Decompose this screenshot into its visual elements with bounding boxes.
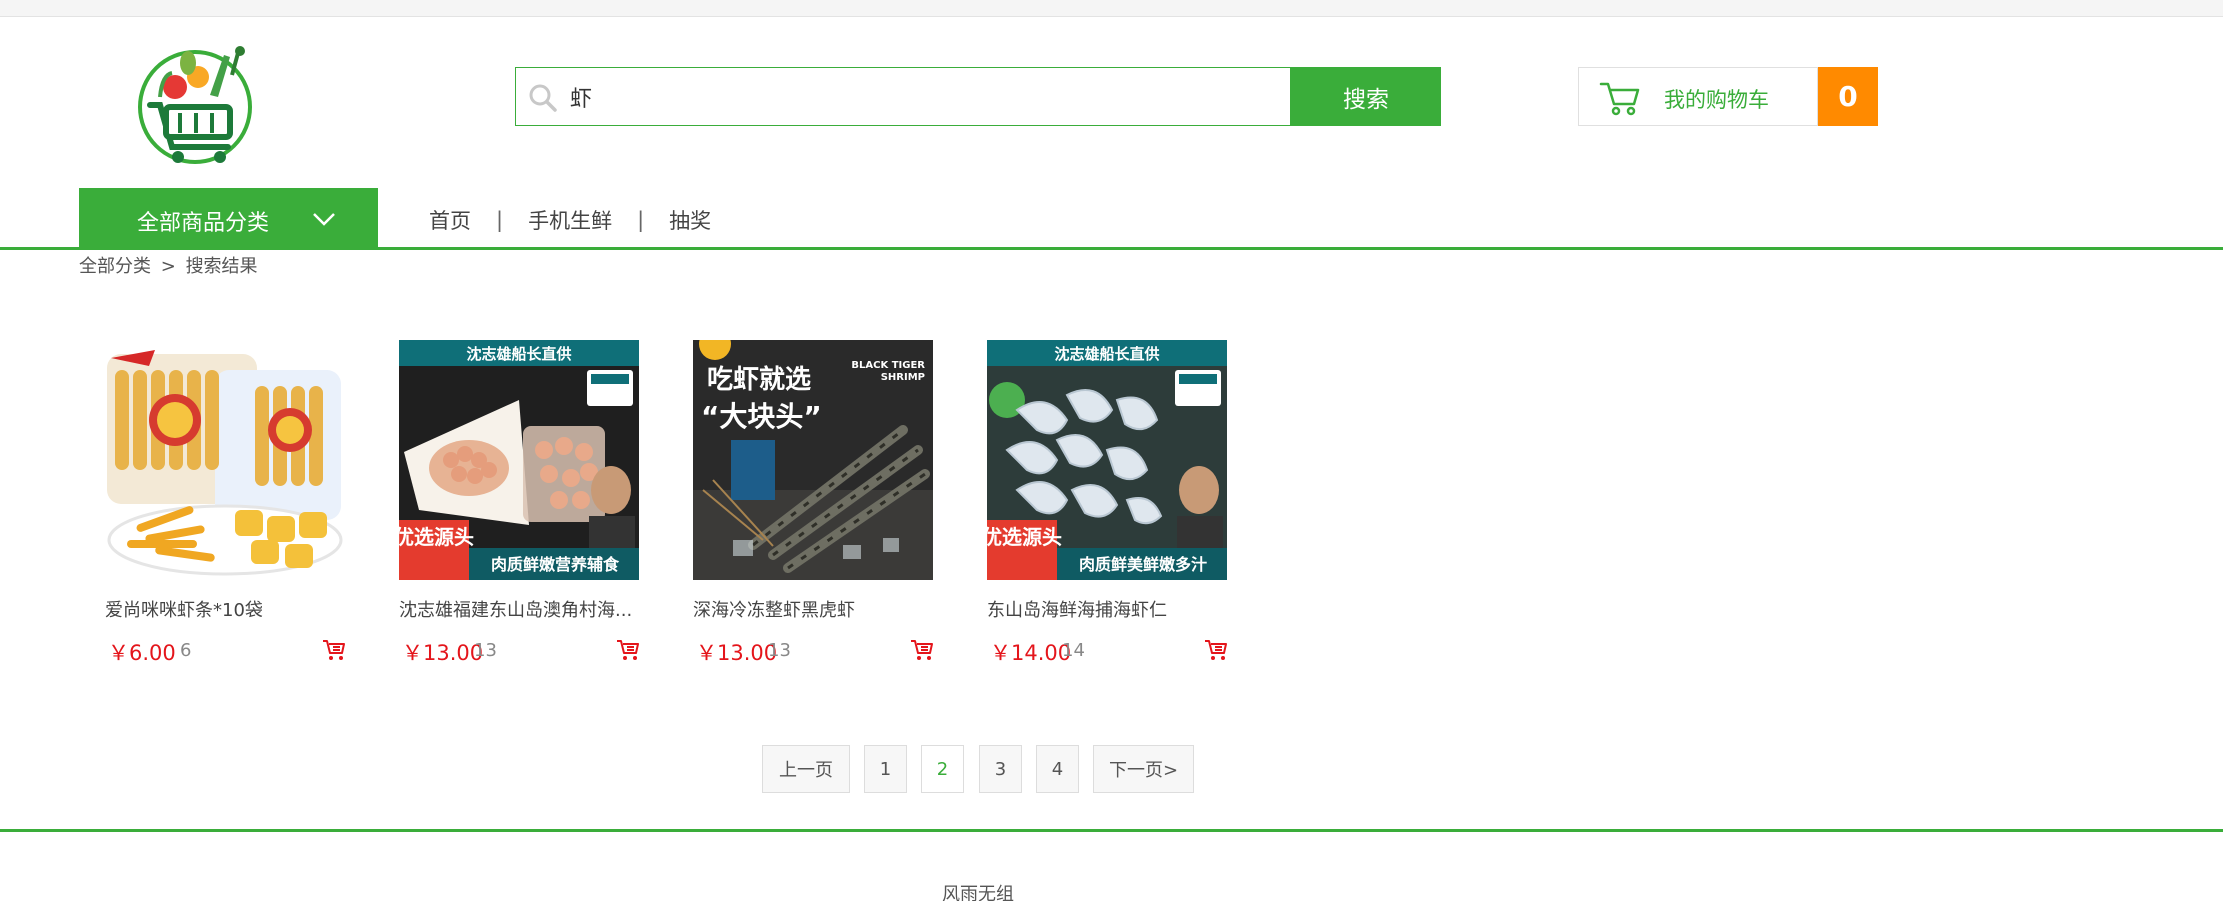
product-banner: 沈志雄船长直供 — [1054, 345, 1159, 363]
product-image[interactable]: 沈志雄船长直供 优选源头 肉质鲜嫩营养辅食 — [399, 340, 639, 580]
product-sales-count: 14 — [1062, 640, 1085, 661]
nav-separator: | — [637, 208, 645, 232]
pagination-next-button[interactable]: 下一页> — [1093, 745, 1194, 793]
pagination-page-1[interactable]: 1 — [864, 745, 907, 793]
product-card[interactable]: 爱尚咪咪虾条*10袋 ￥6.00 6 — [105, 340, 345, 670]
product-name[interactable]: 沈志雄福建东山岛澳角村海... — [399, 596, 639, 622]
product-sales-count: 13 — [474, 640, 497, 661]
all-categories-button[interactable]: 全部商品分类 — [79, 188, 378, 248]
product-price: ￥6.00 — [108, 641, 176, 665]
all-categories-label: 全部商品分类 — [137, 211, 270, 236]
product-tag: 优选源头 — [987, 525, 1062, 549]
pagination-page-4[interactable]: 4 — [1036, 745, 1079, 793]
product-name[interactable]: 东山岛海鲜海捕海虾仁 — [987, 596, 1227, 622]
product-price: ￥13.00 — [696, 641, 778, 665]
shopping-cart-icon — [1599, 80, 1641, 116]
product-card[interactable]: 沈志雄船长直供 优选源头 肉质鲜嫩营养辅食 沈志雄福建东山岛澳角村海... ￥1 — [399, 340, 639, 670]
product-price: ￥13.00 — [402, 641, 484, 665]
product-headline: “大块头” — [701, 400, 822, 433]
nav-item-home[interactable]: 首页 — [429, 205, 471, 235]
cart-label: 我的购物车 — [1664, 88, 1769, 112]
product-card[interactable]: 吃虾就选 “大块头” BLACK TIGER SHRIMP 深海冷冻整虾黑虎虾 … — [693, 340, 933, 670]
add-to-cart-icon[interactable] — [616, 638, 640, 662]
product-tag: 优选源头 — [399, 525, 474, 549]
add-to-cart-icon[interactable] — [322, 638, 346, 662]
pagination-page-2[interactable]: 2 — [921, 745, 964, 793]
product-slogan: 肉质鲜美鲜嫩多汁 — [1079, 555, 1207, 574]
product-price: ￥14.00 — [990, 641, 1072, 665]
search-icon — [528, 83, 558, 113]
product-image[interactable]: 吃虾就选 “大块头” BLACK TIGER SHRIMP — [693, 340, 933, 580]
search-button[interactable]: 搜索 — [1291, 67, 1441, 126]
nav-separator: | — [496, 208, 504, 232]
footer-divider — [0, 829, 2223, 832]
nav-item-lottery[interactable]: 抽奖 — [669, 205, 711, 235]
product-headline: 吃虾就选 — [707, 365, 811, 395]
product-image[interactable] — [105, 340, 345, 580]
product-sales-count: 6 — [180, 640, 192, 661]
site-logo[interactable] — [120, 35, 270, 185]
product-name[interactable]: 爱尚咪咪虾条*10袋 — [105, 596, 345, 622]
product-banner: 沈志雄船长直供 — [466, 345, 571, 363]
breadcrumb-root[interactable]: 全部分类 — [79, 256, 151, 277]
search-input[interactable] — [570, 78, 1270, 116]
nav-item-mobile-fresh[interactable]: 手机生鲜 — [528, 205, 612, 235]
footer-text: 风雨无组 — [942, 884, 1014, 901]
product-sales-count: 13 — [768, 640, 791, 661]
chevron-down-icon — [311, 206, 337, 232]
nav-divider — [0, 247, 2223, 250]
add-to-cart-icon[interactable] — [1204, 638, 1228, 662]
top-bar — [0, 0, 2223, 17]
search-box — [515, 67, 1291, 126]
add-to-cart-icon[interactable] — [910, 638, 934, 662]
product-card[interactable]: 沈志雄船长直供 优选源头 肉质鲜美鲜嫩多汁 东山岛海鲜海捕海虾仁 ￥14.00 … — [987, 340, 1227, 670]
product-english-label: SHRIMP — [881, 372, 925, 383]
pagination-prev-button[interactable]: 上一页 — [762, 745, 850, 793]
product-name[interactable]: 深海冷冻整虾黑虎虾 — [693, 596, 933, 622]
cart-count-badge: 0 — [1818, 67, 1878, 126]
product-slogan: 肉质鲜嫩营养辅食 — [491, 555, 620, 574]
pagination-page-3[interactable]: 3 — [979, 745, 1022, 793]
product-image[interactable]: 沈志雄船长直供 优选源头 肉质鲜美鲜嫩多汁 — [987, 340, 1227, 580]
breadcrumb-current: 搜索结果 — [185, 256, 258, 277]
breadcrumb: 全部分类 > 搜索结果 — [79, 252, 262, 278]
breadcrumb-separator: > — [160, 256, 176, 277]
product-english-label: BLACK TIGER — [851, 360, 925, 371]
main-nav: 首页 | 手机生鲜 | 抽奖 — [429, 205, 711, 235]
cart-button[interactable]: 我的购物车 — [1578, 67, 1818, 126]
